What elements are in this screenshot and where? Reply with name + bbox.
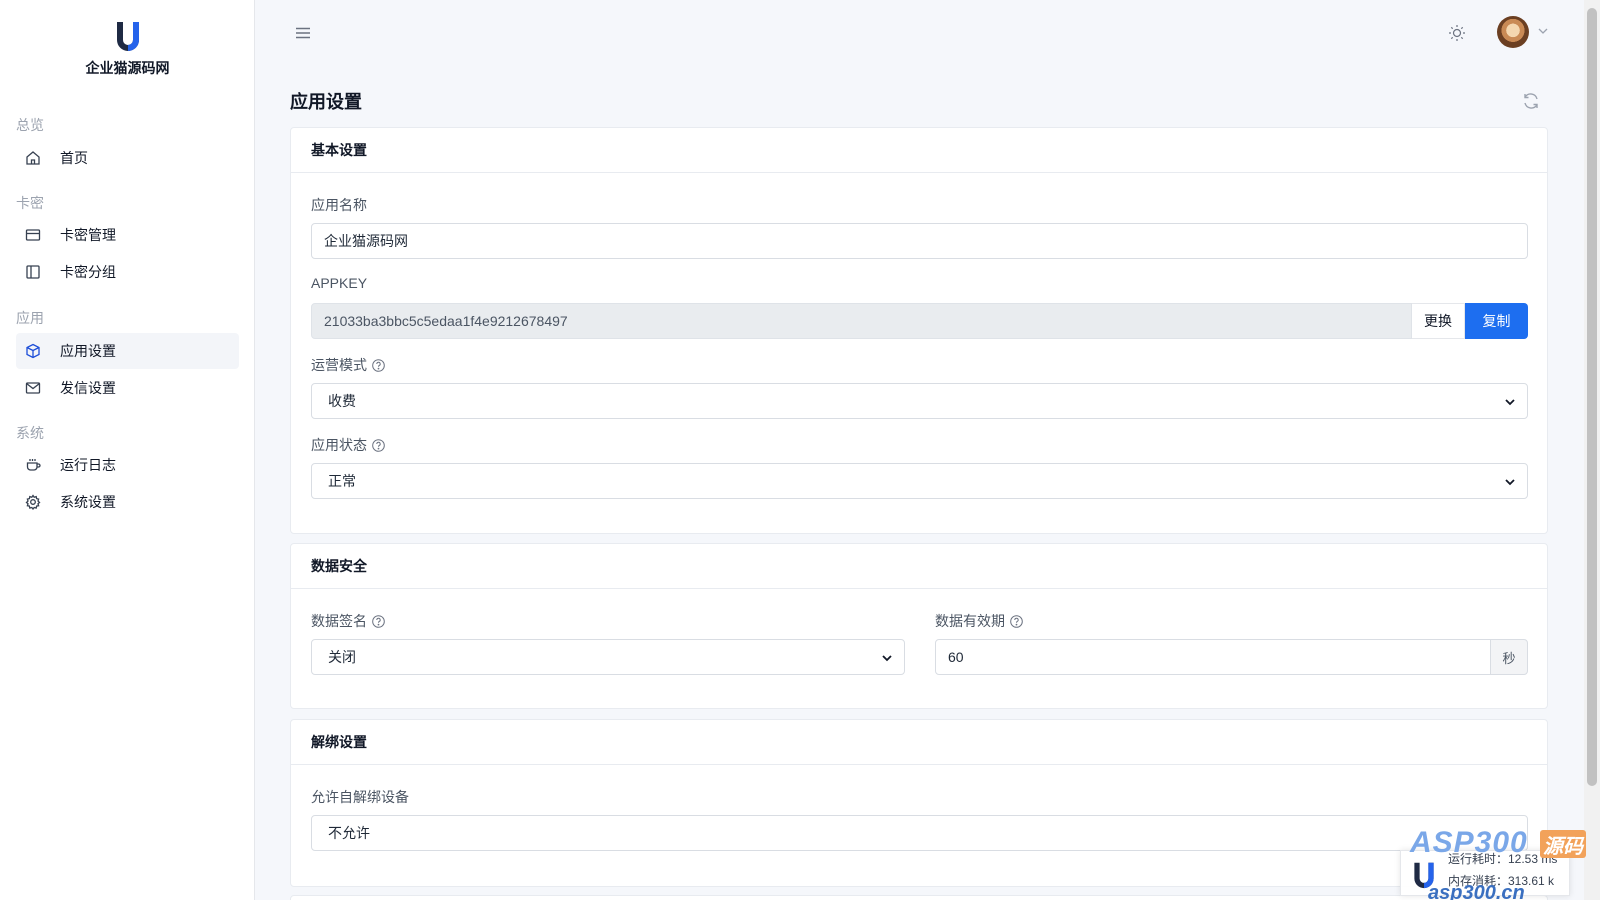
app-status-label-text: 应用状态 <box>311 437 367 453</box>
help-icon[interactable] <box>1010 614 1023 628</box>
change-appkey-button[interactable]: 更换 <box>1412 303 1465 339</box>
brand-name: 企业猫源码网 <box>85 60 170 76</box>
next-card-edge <box>290 895 1548 900</box>
sidebar-item-runtime-log[interactable]: 运行日志 <box>16 447 239 483</box>
sidebar-item-label: 卡密分组 <box>60 264 116 280</box>
nav-section-overview: 总览 <box>16 117 44 133</box>
watermark-url: asp300.cn <box>1428 882 1525 900</box>
sun-icon[interactable] <box>1446 22 1468 44</box>
data-sign-label: 数据签名 <box>311 611 385 631</box>
operation-mode-select[interactable]: 收费 <box>311 383 1528 419</box>
gear-icon <box>23 492 43 512</box>
operation-mode-value: 收费 <box>328 393 356 409</box>
card-title: 数据安全 <box>291 544 1547 589</box>
app-name-input[interactable]: 企业猫源码网 <box>311 223 1528 259</box>
data-sign-value: 关闭 <box>328 649 356 665</box>
page-scrollbar[interactable] <box>1584 0 1600 900</box>
operation-mode-label: 运营模式 <box>311 355 385 375</box>
home-icon <box>23 148 43 168</box>
appkey-input[interactable]: 21033ba3bbc5c5edaa1f4e9212678497 <box>311 303 1412 339</box>
chevron-down-icon[interactable] <box>1536 24 1550 38</box>
scrollbar-thumb[interactable] <box>1587 8 1597 786</box>
nav-section-app: 应用 <box>16 310 44 326</box>
basic-settings-card: 基本设置 应用名称 企业猫源码网 APPKEY 21033ba3bbc5c5ed… <box>290 127 1548 534</box>
data-sign-label-text: 数据签名 <box>311 613 367 629</box>
data-expiry-label: 数据有效期 <box>935 611 1023 631</box>
data-security-card: 数据安全 数据签名 关闭 数据有效期 60 秒 <box>290 543 1548 709</box>
nav-section-card: 卡密 <box>16 195 44 211</box>
app-status-select[interactable]: 正常 <box>311 463 1528 499</box>
card-title: 解绑设置 <box>291 720 1547 765</box>
card-icon <box>23 225 43 245</box>
user-avatar[interactable] <box>1497 16 1529 48</box>
help-icon[interactable] <box>372 614 385 628</box>
self-unbind-select[interactable]: 不允许 <box>311 815 1528 851</box>
sidebar-item-mail-settings[interactable]: 发信设置 <box>16 370 239 406</box>
logo-icon <box>116 22 139 51</box>
top-header <box>256 0 1584 66</box>
box-icon <box>23 341 43 361</box>
sidebar-item-label: 应用设置 <box>60 343 116 359</box>
brand-logo[interactable]: 企业猫源码网 <box>0 20 255 78</box>
cup-icon <box>23 455 43 475</box>
sidebar-item-label: 系统设置 <box>60 494 116 510</box>
chevron-down-icon <box>882 655 892 662</box>
watermark: 运行耗时：12.53 ms 内存消耗：313.61 k ASP300 源码 as… <box>1398 820 1586 900</box>
sidebar-item-home[interactable]: 首页 <box>16 140 239 176</box>
operation-mode-label-text: 运营模式 <box>311 357 367 373</box>
sidebar-item-label: 运行日志 <box>60 457 116 473</box>
sidebar-item-app-settings[interactable]: 应用设置 <box>16 333 239 369</box>
app-status-value: 正常 <box>328 473 356 489</box>
card-title: 基本设置 <box>291 128 1547 173</box>
refresh-icon[interactable] <box>1521 91 1541 111</box>
chevron-down-icon <box>1505 479 1515 486</box>
nav-section-system: 系统 <box>16 425 44 441</box>
self-unbind-label: 允许自解绑设备 <box>311 789 409 805</box>
appkey-label: APPKEY <box>311 275 368 291</box>
sidebar-item-label: 卡密管理 <box>60 227 116 243</box>
sidebar-item-system-settings[interactable]: 系统设置 <box>16 484 239 520</box>
watermark-brand: ASP300 <box>1410 826 1528 859</box>
data-expiry-input[interactable]: 60 <box>935 639 1491 675</box>
watermark-brand-suffix: 源码 <box>1540 830 1586 858</box>
unbind-settings-card: 解绑设置 允许自解绑设备 不允许 <box>290 719 1548 887</box>
mail-icon <box>23 378 43 398</box>
page-title: 应用设置 <box>290 92 362 112</box>
sidebar-item-label: 发信设置 <box>60 380 116 396</box>
copy-appkey-button[interactable]: 复制 <box>1465 303 1528 339</box>
sidebar-item-label: 首页 <box>60 150 88 166</box>
help-icon[interactable] <box>372 358 385 372</box>
sidebar-item-card-management[interactable]: 卡密管理 <box>16 217 239 253</box>
expiry-unit-addon: 秒 <box>1490 639 1528 675</box>
sidebar: 企业猫源码网 总览 首页 卡密 卡密管理 卡密分组 应用 应用设置 发信设置 系… <box>0 0 255 900</box>
sidebar-panel-icon <box>23 262 43 282</box>
app-status-label: 应用状态 <box>311 435 385 455</box>
chevron-down-icon <box>1505 399 1515 406</box>
help-icon[interactable] <box>372 438 385 452</box>
self-unbind-value: 不允许 <box>328 825 370 841</box>
app-name-label: 应用名称 <box>311 197 367 213</box>
data-expiry-label-text: 数据有效期 <box>935 613 1005 629</box>
data-sign-select[interactable]: 关闭 <box>311 639 905 675</box>
menu-toggle-icon[interactable] <box>292 22 314 44</box>
sidebar-item-card-group[interactable]: 卡密分组 <box>16 254 239 290</box>
